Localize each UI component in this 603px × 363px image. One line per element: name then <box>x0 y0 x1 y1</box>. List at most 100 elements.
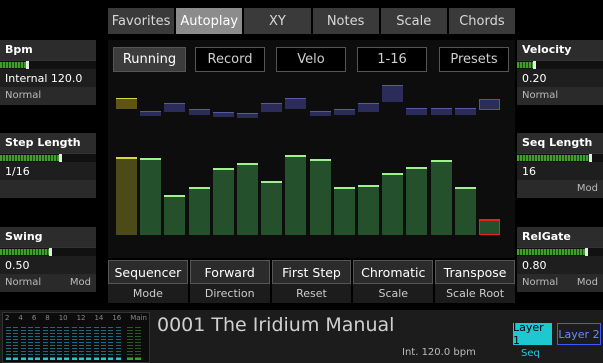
step-pitch[interactable] <box>430 107 452 115</box>
step-pitch[interactable] <box>406 107 428 115</box>
record-button[interactable]: Record <box>195 47 265 72</box>
step-length-param[interactable]: Step Length 1/16 <box>0 133 96 198</box>
param-label: Swing <box>0 227 96 247</box>
tab-xy[interactable]: XY <box>244 8 311 34</box>
seq-length-param[interactable]: Seq Length 16 Mod <box>517 133 603 198</box>
velocity-param[interactable]: Velocity 0.20 Normal <box>517 40 603 105</box>
tab-scale[interactable]: Scale <box>380 8 447 34</box>
scale-root-label: Scale Root <box>435 284 515 303</box>
mixer-channel-meter <box>86 325 92 360</box>
mixer-channel-label: 12 <box>76 314 86 322</box>
preset-title[interactable]: 0001 The Iridium Manual <box>157 314 394 336</box>
tab-autoplay[interactable]: Autoplay <box>176 8 243 34</box>
step-velocity[interactable] <box>430 159 452 235</box>
step-velocity[interactable] <box>382 173 404 235</box>
mixer-channel-label: 8 <box>45 314 50 322</box>
step-velocity[interactable] <box>333 187 355 235</box>
step-velocity[interactable] <box>116 157 137 235</box>
mixer-channel-meter <box>79 325 84 360</box>
step-grid[interactable] <box>108 80 515 258</box>
bpm-meter[interactable] <box>0 60 96 69</box>
param-value: 0.20 <box>517 69 603 87</box>
scale-root-value[interactable]: Transpose <box>435 260 515 284</box>
meter-fill <box>0 249 50 255</box>
swing-param[interactable]: Swing 0.50 Normal Mod <box>0 227 96 292</box>
tab-chords[interactable]: Chords <box>448 8 516 34</box>
step-pitch[interactable] <box>140 111 162 117</box>
mixer-channel-meter <box>27 325 33 360</box>
step-velocity[interactable] <box>285 155 307 235</box>
mixer-channel-label: 6 <box>31 314 37 322</box>
mixer-channel-label: 16 <box>112 314 122 322</box>
param-value: Internal 120.0 <box>0 69 96 87</box>
step-pitch[interactable] <box>479 99 500 110</box>
scale-control[interactable]: Chromatic Scale <box>353 260 434 307</box>
direction-value[interactable]: Forward <box>189 260 270 284</box>
sub-left: Normal <box>5 90 42 101</box>
mode-control[interactable]: Sequencer Mode <box>108 260 188 307</box>
param-sub: Mod <box>517 180 603 198</box>
presets-button[interactable]: Presets <box>439 47 509 72</box>
step-velocity[interactable] <box>454 187 476 235</box>
velocity-meter[interactable] <box>517 60 603 69</box>
direction-control[interactable]: Forward Direction <box>189 260 270 307</box>
mixer-meters[interactable]: 2 4 6 8 10 12 14 16 Main <box>2 312 150 363</box>
step-pitch[interactable] <box>261 103 283 112</box>
scale-value[interactable]: Chromatic <box>353 260 434 284</box>
step-velocity[interactable] <box>406 167 428 235</box>
mixer-channel-label: 2 <box>5 314 10 322</box>
step-velocity[interactable] <box>358 184 379 235</box>
param-label: Step Length <box>0 133 96 153</box>
seq-length-meter[interactable] <box>517 153 603 162</box>
step-velocity[interactable] <box>212 167 234 235</box>
reset-value[interactable]: First Step <box>271 260 352 284</box>
step-pitch[interactable] <box>333 109 355 116</box>
step-velocity[interactable] <box>140 158 162 235</box>
step-pitch[interactable] <box>116 98 137 110</box>
layer-1-button[interactable]: Layer 1 <box>513 321 552 347</box>
step-velocity[interactable] <box>237 163 258 235</box>
step-pitch[interactable] <box>382 85 404 103</box>
step-velocity[interactable] <box>188 187 210 235</box>
mixer-labels: 2 4 6 8 10 12 14 16 Main <box>5 314 147 324</box>
step-pitch[interactable] <box>164 103 186 112</box>
step-velocity[interactable] <box>261 181 283 235</box>
step-pitch[interactable] <box>358 103 379 112</box>
swing-meter[interactable] <box>0 247 96 256</box>
step-pitch[interactable] <box>188 109 210 116</box>
step-length-meter[interactable] <box>0 153 96 162</box>
step-pitch[interactable] <box>212 111 234 117</box>
reset-control[interactable]: First Step Reset <box>271 260 352 307</box>
tempo-readout: Int. 120.0 bpm <box>402 347 476 358</box>
step-velocity[interactable] <box>309 159 331 235</box>
param-label: Velocity <box>517 40 603 60</box>
step-velocity[interactable] <box>164 195 186 235</box>
velo-button[interactable]: Velo <box>276 47 346 72</box>
running-button[interactable]: Running <box>113 47 186 72</box>
step-pitch[interactable] <box>454 107 476 115</box>
relgate-param[interactable]: RelGate 0.80 Normal Mod <box>517 227 603 292</box>
meter-fill <box>517 62 535 68</box>
tab-notes[interactable]: Notes <box>312 8 379 34</box>
relgate-meter[interactable] <box>517 247 603 256</box>
step-pitch[interactable] <box>285 98 307 110</box>
main-tabs: Favorites Autoplay XY Notes Scale Chords <box>108 8 516 34</box>
mode-value[interactable]: Sequencer <box>108 260 188 284</box>
layer-mode: Seq <box>521 348 540 359</box>
param-value: 16 <box>517 162 603 180</box>
tab-favorites[interactable]: Favorites <box>108 8 175 34</box>
step-pitch[interactable] <box>309 111 331 117</box>
step-pitch[interactable] <box>237 113 258 118</box>
param-value: 0.50 <box>0 256 96 274</box>
mixer-channel-meter <box>6 325 11 360</box>
reset-label: Reset <box>271 284 352 303</box>
layer-2-button[interactable]: Layer 2 <box>557 323 601 345</box>
layer-selector: Layer 1 Layer 2 <box>513 321 603 347</box>
param-sub: Normal Mod <box>517 274 603 292</box>
scale-root-control[interactable]: Transpose Scale Root <box>435 260 515 307</box>
step-range-button[interactable]: 1-16 <box>357 47 427 72</box>
step-velocity[interactable] <box>479 219 500 235</box>
meter-fill <box>517 249 586 255</box>
mixer-channel-label: 14 <box>94 314 104 322</box>
bpm-param[interactable]: Bpm Internal 120.0 Normal <box>0 40 96 105</box>
